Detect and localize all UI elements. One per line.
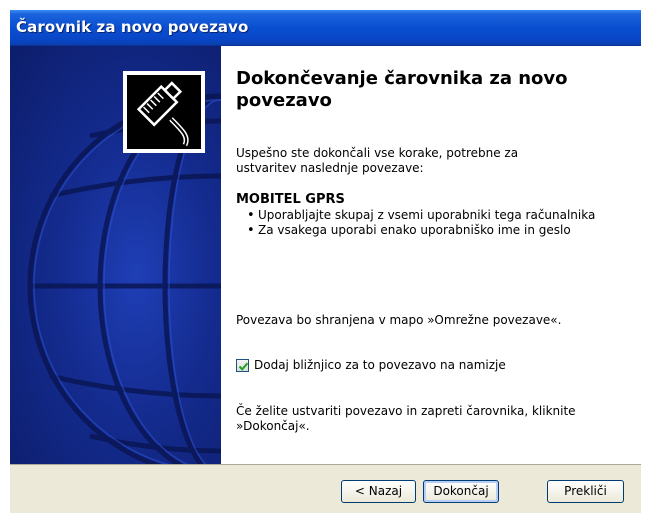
intro-text-line1: Uspešno ste dokončali vse korake, potreb…: [236, 146, 519, 160]
save-location-info: Povezava bo shranjena v mapo »Omrežne po…: [236, 313, 562, 327]
title-bar[interactable]: Čarovnik za novo povezavo: [10, 10, 641, 46]
page-heading: Dokončevanje čarovnika za novo povezavo: [236, 68, 568, 111]
shortcut-checkbox-label[interactable]: Dodaj bližnjico za to povezavo na namizj…: [254, 358, 506, 373]
bullet-item: Uporabljajte skupaj z vsemi uporabniki t…: [247, 208, 595, 223]
finish-note-line2: »Dokončaj«.: [236, 419, 310, 433]
wizard-icon-frame: [123, 71, 205, 153]
checkmark-icon: [238, 362, 249, 371]
cancel-button[interactable]: Prekliči: [547, 480, 624, 503]
connection-name: MOBITEL GPRS: [236, 192, 345, 207]
window-title: Čarovnik za novo povezavo: [16, 18, 249, 36]
wizard-window: Čarovnik za novo povezavo Dokončevanje č…: [10, 10, 641, 513]
shortcut-checkbox[interactable]: [236, 359, 249, 372]
bullet-item: Za vsakega uporabi enako uporabniško ime…: [247, 223, 571, 238]
intro-text-line2: ustvaritev naslednje povezave:: [236, 161, 424, 175]
network-cable-icon: [127, 75, 201, 149]
back-button[interactable]: < Nazaj: [341, 480, 416, 503]
finish-note-line1: Če želite ustvariti povezavo in zapreti …: [236, 404, 576, 418]
finish-button[interactable]: Dokončaj: [423, 480, 499, 503]
